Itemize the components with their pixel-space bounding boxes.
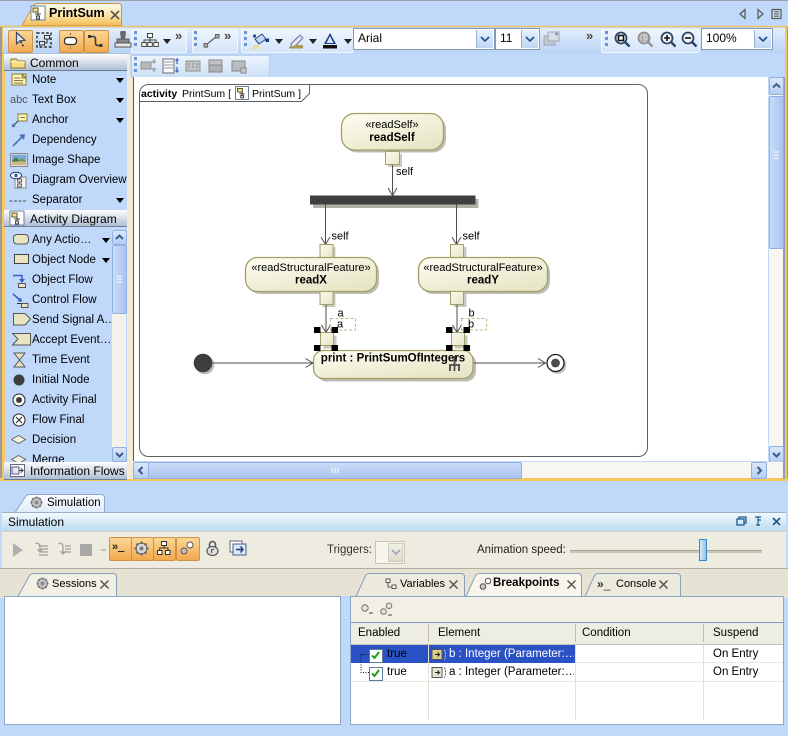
svg-text:a: a [337, 319, 344, 331]
svg-text:self: self [332, 231, 350, 243]
svg-text:«readStructuralFeature»: «readStructuralFeature» [423, 262, 542, 274]
svg-text:readSelf: readSelf [369, 132, 415, 144]
svg-text:readY: readY [467, 275, 499, 287]
svg-text:activity: activity [141, 88, 177, 100]
svg-text:readX: readX [295, 275, 327, 287]
svg-text:PrintSum ]: PrintSum ] [252, 88, 301, 100]
svg-text:PrintSum [: PrintSum [ [182, 88, 231, 100]
svg-text:self: self [396, 166, 414, 178]
svg-text:1:1: 1:1 [641, 36, 651, 43]
svg-text:«readSelf»: «readSelf» [365, 119, 418, 131]
svg-text:print : PrintSumOfIntegers: print : PrintSumOfIntegers [321, 353, 465, 365]
svg-text:self: self [463, 231, 481, 243]
svg-text:«readStructuralFeature»: «readStructuralFeature» [251, 262, 370, 274]
